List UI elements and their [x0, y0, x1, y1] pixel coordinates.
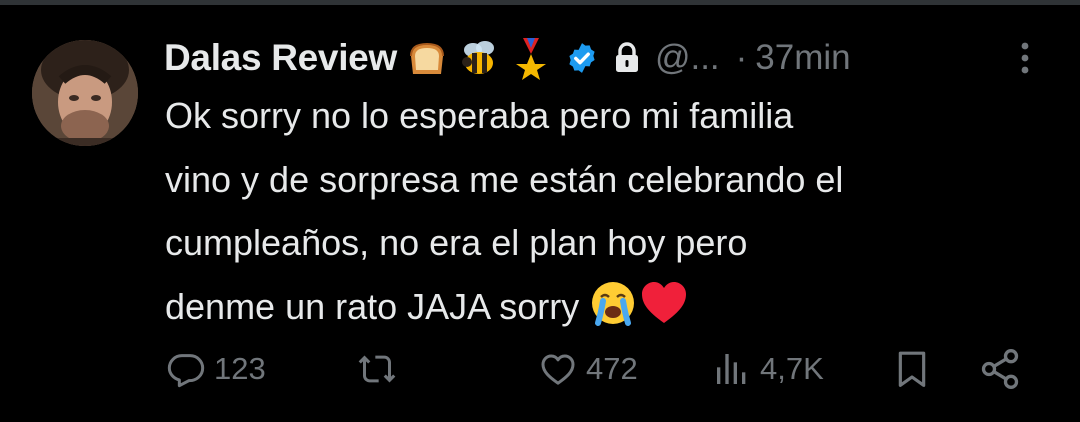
like-count: 472 — [586, 351, 638, 386]
red-heart-emoji-icon — [642, 281, 687, 323]
tweet-text-line: vino y de sorpresa me están celebrando e… — [165, 158, 844, 200]
bread-emoji-icon — [409, 42, 444, 74]
timestamp[interactable]: 37min — [755, 38, 850, 78]
avatar-image — [32, 40, 138, 146]
display-name[interactable]: Dalas Review — [164, 37, 397, 79]
heart-icon — [541, 354, 575, 385]
share-button[interactable] — [978, 340, 1022, 398]
views-button[interactable]: 4,7K — [712, 340, 824, 398]
like-button[interactable]: 472 — [538, 340, 638, 398]
share-icon — [981, 349, 1019, 389]
analytics-bars-icon — [717, 354, 746, 384]
bookmark-button[interactable] — [892, 340, 932, 398]
bookmark-icon — [898, 351, 926, 387]
more-options-button[interactable] — [1012, 40, 1038, 76]
reply-button[interactable]: 123 — [166, 340, 266, 398]
more-vertical-icon — [1021, 42, 1029, 74]
tweet-header: Dalas Review @... · 37min — [164, 30, 851, 86]
tweet-text: Ok sorry no lo esperaba pero mi familia … — [165, 84, 1055, 338]
divider — [0, 0, 1080, 5]
avatar[interactable] — [32, 40, 138, 146]
verified-badge-icon[interactable] — [565, 41, 599, 75]
bee-emoji-icon — [461, 41, 494, 74]
tweet-action-bar: 123 472 4,7K — [0, 340, 1080, 398]
repost-button[interactable] — [356, 340, 406, 398]
reply-count: 123 — [214, 351, 266, 386]
reply-icon — [167, 354, 205, 388]
tweet-text-line-last: denme un rato JAJA sorry — [165, 275, 1055, 339]
medal-emoji-icon — [515, 38, 546, 80]
crying-face-emoji-icon — [592, 281, 635, 326]
tweet-text-line: Ok sorry no lo esperaba pero mi familia — [165, 95, 794, 136]
separator-dot: · — [735, 38, 748, 77]
tweet-text-line: denme un rato JAJA sorry — [165, 285, 590, 327]
tweet-text-line: cumpleaños, no era el plan hoy pero — [165, 222, 748, 263]
repost-icon — [358, 355, 396, 383]
lock-icon — [615, 42, 638, 72]
author-handle[interactable]: @... — [655, 38, 720, 78]
view-count: 4,7K — [760, 351, 824, 386]
